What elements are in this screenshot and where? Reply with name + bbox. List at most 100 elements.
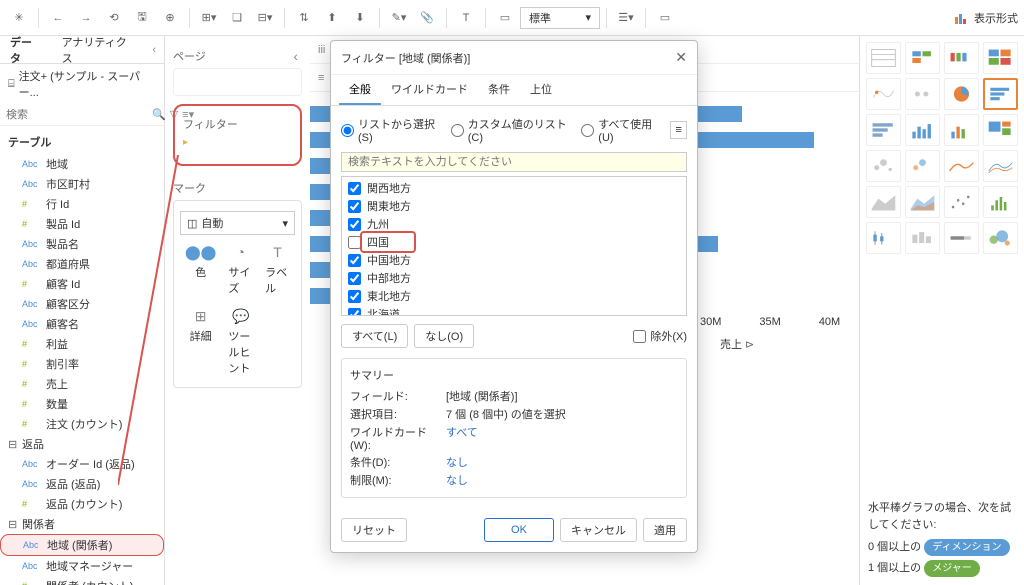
field-item[interactable]: #返品 (カウント) [0,494,164,514]
field-item[interactable]: #注文 (カウント) [0,414,164,434]
chart-type-thumb[interactable] [944,42,979,74]
sort-asc-icon[interactable]: ⬆ [319,5,345,31]
undo-icon[interactable]: ← [45,5,71,31]
mark-tooltip-button[interactable]: 💬ツールヒント [223,303,258,381]
presentation-icon[interactable]: ▭ [652,5,678,31]
field-item[interactable]: #数量 [0,394,164,414]
radio-custom[interactable]: カスタム値のリスト(C) [451,116,572,144]
filters-shelf[interactable]: フィルター ▸ [173,104,302,166]
chart-type-thumb[interactable] [905,186,940,218]
datasource-item[interactable]: ⌸ 注文+ (サンプル - スーパー... [0,64,164,104]
select-all-button[interactable]: すべて(L) [341,324,408,348]
field-item[interactable]: Abc返品 (返品) [0,474,164,494]
sort-desc-icon[interactable]: ⬇ [347,5,373,31]
field-item[interactable]: #売上 [0,374,164,394]
group-people[interactable]: ⊟関係者 [0,514,164,534]
field-item[interactable]: #利益 [0,334,164,354]
filter-checkbox[interactable] [348,236,361,249]
filter-checkbox[interactable] [348,182,361,195]
filter-item[interactable]: 北海道 [344,305,684,316]
chart-type-thumb[interactable] [983,186,1018,218]
chart-type-thumb[interactable] [905,42,940,74]
field-item[interactable]: Abc顧客名 [0,314,164,334]
radio-all[interactable]: すべて使用(U) [581,116,660,144]
new-sheet-icon[interactable]: ⊞▾ [196,5,222,31]
chart-type-thumb[interactable] [905,150,940,182]
mark-size-button[interactable]: ◔サイズ [223,239,258,301]
filter-item[interactable]: 九州 [344,215,684,233]
chart-type-thumb[interactable] [983,150,1018,182]
field-item[interactable]: Abc都道府県 [0,254,164,274]
new-datasource-icon[interactable]: ⊕ [157,5,183,31]
filter-item[interactable]: 関東地方 [344,197,684,215]
mark-label-button[interactable]: Tラベル [260,239,295,301]
filter-checkbox[interactable] [348,308,361,317]
label-icon[interactable]: T [453,5,479,31]
chart-type-thumb[interactable] [905,222,940,254]
field-item[interactable]: Abc地域 (関係者) [0,534,164,556]
filter-item[interactable]: 関西地方 [344,179,684,197]
field-item[interactable]: Abc地域 [0,154,164,174]
filter-search-input[interactable] [341,152,687,172]
field-search-input[interactable] [6,109,148,121]
chart-type-thumb[interactable] [983,78,1018,110]
duplicate-icon[interactable]: ❏ [224,5,250,31]
tab-condition[interactable]: 条件 [478,75,520,105]
field-item[interactable]: #製品 Id [0,214,164,234]
swap-icon[interactable]: ⇅ [291,5,317,31]
filter-item[interactable]: 四国 [344,233,684,251]
chart-type-thumb[interactable] [944,222,979,254]
pages-shelf[interactable] [173,68,302,96]
filter-item[interactable]: 東北地方 [344,287,684,305]
show-me-button[interactable]: 表示形式 [954,10,1018,26]
search-icon[interactable]: 🔍 [152,108,166,121]
exclude-checkbox[interactable]: 除外(X) [633,328,687,344]
mark-color-button[interactable]: ⬤⬤色 [180,239,221,301]
highlight-icon[interactable]: ✎▾ [386,5,412,31]
field-item[interactable]: Abc製品名 [0,234,164,254]
tab-general[interactable]: 全般 [339,75,381,105]
chart-type-thumb[interactable] [944,114,979,146]
filter-checkbox[interactable] [348,272,361,285]
show-cards-icon[interactable]: ☰▾ [613,5,639,31]
field-item[interactable]: #関係者 (カウント) [0,576,164,585]
chart-type-thumb[interactable] [944,78,979,110]
radio-list[interactable]: リストから選択(S) [341,116,441,144]
field-item[interactable]: Abc市区町村 [0,174,164,194]
filter-checkbox[interactable] [348,218,361,231]
apply-button[interactable]: 適用 [643,518,687,542]
chart-type-thumb[interactable] [866,42,901,74]
chart-type-thumb[interactable] [866,150,901,182]
field-item[interactable]: #顧客 Id [0,274,164,294]
field-item[interactable]: Abc地域マネージャー [0,556,164,576]
chart-type-thumb[interactable] [866,222,901,254]
chart-type-thumb[interactable] [983,222,1018,254]
tab-top[interactable]: 上位 [520,75,562,105]
chart-type-thumb[interactable] [866,78,901,110]
filter-checkbox[interactable] [348,290,361,303]
chart-type-thumb[interactable] [944,186,979,218]
cancel-button[interactable]: キャンセル [560,518,637,542]
filter-item[interactable]: 中部地方 [344,269,684,287]
field-item[interactable]: Abc顧客区分 [0,294,164,314]
ok-button[interactable]: OK [484,518,554,542]
chart-type-thumb[interactable] [983,42,1018,74]
filter-checkbox[interactable] [348,200,361,213]
chart-type-thumb[interactable] [866,186,901,218]
chart-type-thumb[interactable] [983,114,1018,146]
reset-button[interactable]: リセット [341,518,407,542]
collapse-left-icon[interactable]: ‹ [144,40,164,60]
chart-type-thumb[interactable] [866,114,901,146]
chart-type-thumb[interactable] [905,78,940,110]
save-icon[interactable]: 🖫 [129,5,155,31]
tab-wildcard[interactable]: ワイルドカード [381,75,478,105]
filter-menu-icon[interactable]: ≡ [670,121,687,139]
mark-detail-button[interactable]: ⊞詳細 [180,303,221,381]
mark-type-select[interactable]: ◫ 自動 ▾ [180,211,295,235]
filter-checkbox[interactable] [348,254,361,267]
redo-icon[interactable]: → [73,5,99,31]
select-none-button[interactable]: なし(O) [414,324,474,348]
collapse-cards-icon[interactable]: ‹ [289,48,302,64]
clear-icon[interactable]: ⊟▾ [252,5,278,31]
field-item[interactable]: #行 Id [0,194,164,214]
